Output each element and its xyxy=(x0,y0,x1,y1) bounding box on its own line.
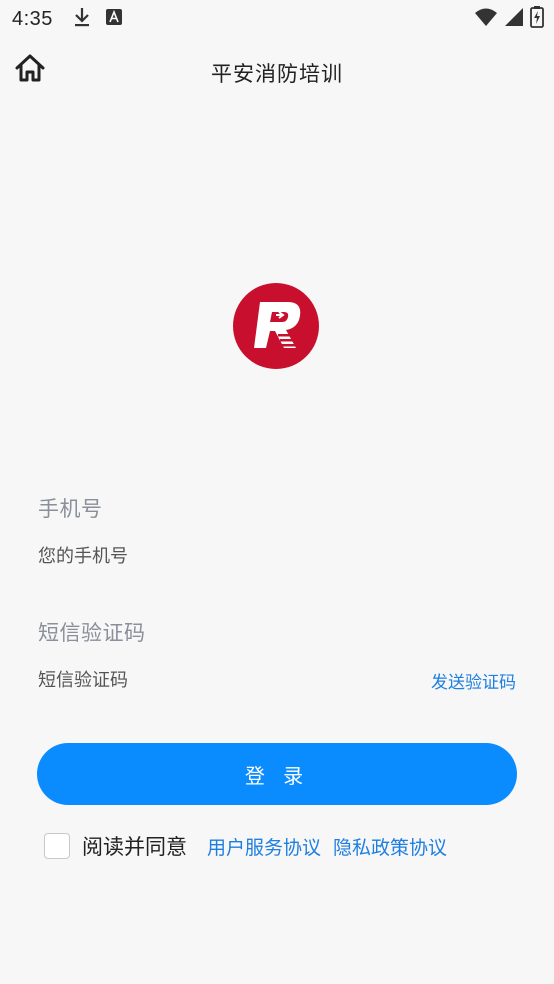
status-time: 4:35 xyxy=(12,7,53,30)
agreement-row: 阅读并同意 用户服务协议 隐私政策协议 xyxy=(44,830,459,862)
login-screen: 4:35 平安消防培训 手机号 您的手机号 短信验证码 短信验证码 发送验证码 … xyxy=(0,0,554,984)
top-bar: 平安消防培训 xyxy=(0,46,554,96)
app-a-icon xyxy=(105,8,123,31)
status-bar: 4:35 xyxy=(0,0,554,38)
phone-input[interactable] xyxy=(38,539,418,573)
download-icon xyxy=(73,6,91,33)
phone-label: 手机号 xyxy=(38,497,103,521)
wifi-icon xyxy=(474,7,498,32)
signal-icon xyxy=(504,7,524,32)
agreement-text: 阅读并同意 xyxy=(82,835,187,859)
agreement-checkbox[interactable] xyxy=(44,833,70,859)
battery-charging-icon xyxy=(530,6,544,33)
privacy-policy-link[interactable]: 隐私政策协议 xyxy=(333,833,447,860)
status-right-icons xyxy=(474,6,544,33)
login-button[interactable]: 登 录 xyxy=(37,743,517,805)
user-agreement-link[interactable]: 用户服务协议 xyxy=(207,833,321,860)
status-left-icons xyxy=(73,6,123,33)
page-title: 平安消防培训 xyxy=(211,62,343,86)
sms-code-input[interactable] xyxy=(38,663,398,697)
app-logo xyxy=(232,282,320,370)
send-code-button[interactable]: 发送验证码 xyxy=(431,668,516,693)
sms-label: 短信验证码 xyxy=(38,621,146,645)
